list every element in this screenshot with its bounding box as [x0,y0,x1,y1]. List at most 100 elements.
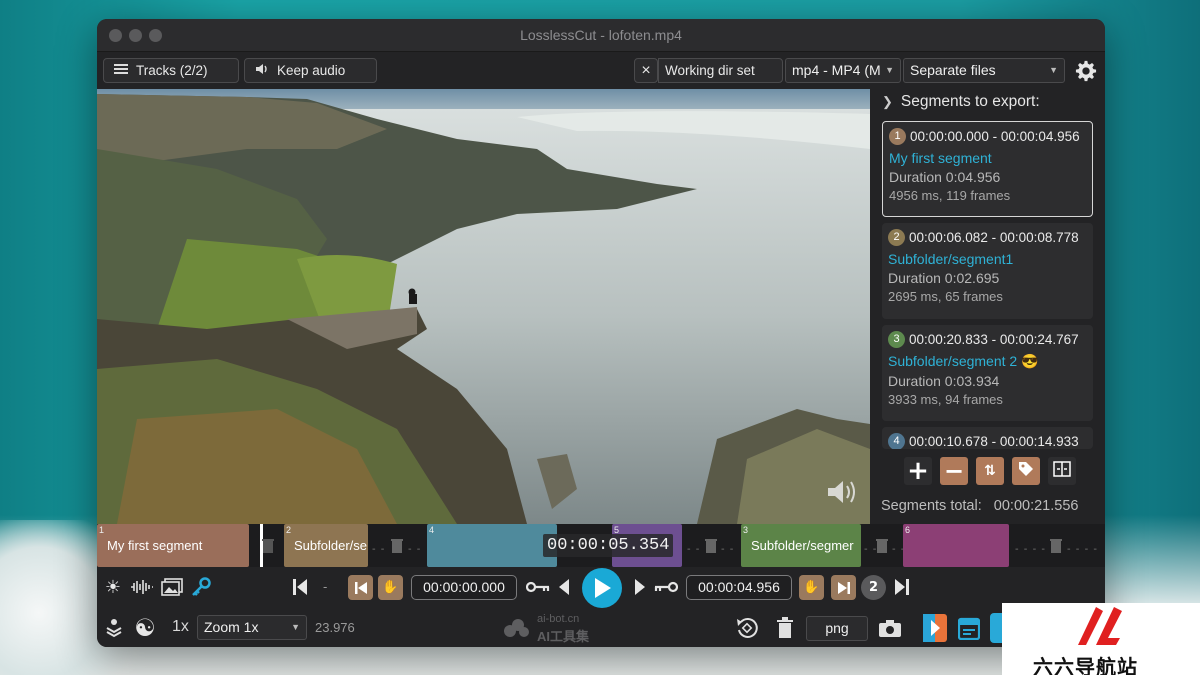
clear-working-dir-button[interactable]: × [634,58,658,83]
set-cut-end-button[interactable]: ✋ [799,575,824,600]
reorder-segments-button[interactable]: ⇅ [976,457,1004,485]
gap-marker: - - - - [1015,544,1046,555]
segments-header[interactable]: ❯ Segments to export: [882,93,1040,111]
segments-total: Segments total: 00:00:21.556 [881,498,1078,514]
segment-card-1[interactable]: 1 00:00:00.000 - 00:00:04.956 My first s… [882,121,1093,217]
previous-frame-icon[interactable] [557,578,571,596]
timeline-segment-index: 3 [743,525,749,535]
watermark-line1: ai-bot.cn [537,613,580,625]
segment-name: Subfolder/segment1 [888,251,1014,267]
working-dir-button[interactable]: Working dir set [658,58,783,83]
segment-card-4[interactable]: 4 00:00:10.678 - 00:00:14.933 [882,427,1093,449]
calendar-icon[interactable] [957,615,981,641]
cut-start-time-input[interactable]: 00:00:00.000 [411,575,517,600]
segment-range: 00:00:06.082 - 00:00:08.778 [909,230,1079,245]
bottom-bar: ☯ 1x Zoom 1x ▼ 23.976 ai-bot.cn AI工具集 pn… [97,609,1105,647]
rotate-icon[interactable] [734,615,760,641]
segment-name: My first segment [889,150,992,166]
output-mode-select[interactable]: Separate files ▼ [903,58,1065,83]
camera-icon[interactable] [877,616,903,640]
key-end-icon[interactable] [653,579,679,595]
jump-to-segment-start-button[interactable] [348,575,373,600]
working-dir-label: Working dir set [665,63,755,78]
app-window: LosslessCut - lofoten.mp4 Tracks (2/2) K… [97,19,1105,647]
segment-card-3[interactable]: 3 00:00:20.833 - 00:00:24.767 Subfolder/… [882,325,1093,421]
keep-audio-label: Keep audio [277,63,346,78]
trash-icon[interactable] [1049,536,1063,554]
zoom-select[interactable]: Zoom 1x ▼ [197,615,307,640]
chevron-down-icon: ▼ [291,622,300,632]
label-segment-button[interactable] [1012,457,1040,485]
theme-yin-yang-icon[interactable]: ☯ [132,614,158,642]
cut-end-time-input[interactable]: 00:00:04.956 [686,575,792,600]
timeline-segment-label: My first segment [107,538,203,553]
timeline-segment-6[interactable]: 6 [903,524,1009,567]
gap-marker: - - [372,544,386,555]
timeline-segment-3[interactable]: 3 Subfolder/segmer [741,524,861,567]
settings-gear-icon[interactable] [1074,59,1098,83]
watermark-logo-icon [501,615,531,641]
sort-icon: ⇅ [984,463,996,479]
segment-name: Subfolder/segment 2 😎 [888,353,1039,369]
video-frame-image [97,89,870,524]
video-preview[interactable] [97,89,870,524]
tag-icon [1018,461,1034,482]
segments-total-value: 00:00:21.556 [993,498,1079,514]
segment-duration: Duration 0:04.956 [889,169,1001,185]
zoom-value: Zoom 1x [204,619,259,635]
trash-icon[interactable] [261,536,275,554]
jump-to-segment-end-button[interactable] [831,575,856,600]
top-toolbar: Tracks (2/2) Keep audio × Working dir se… [97,52,1105,89]
jump-to-start-icon[interactable] [292,578,308,596]
key-start-icon[interactable] [525,579,551,595]
timeline-segment-label: Subfolder/se [294,538,367,553]
jump-to-end-icon[interactable] [894,578,910,596]
format-select[interactable]: mp4 - MP4 (M ▼ [785,58,901,83]
segment-frames-info: 2695 ms, 65 frames [888,289,1003,304]
play-button[interactable] [582,568,622,608]
key-icon[interactable] [190,576,212,598]
set-cut-start-button[interactable]: ✋ [378,575,403,600]
trash-icon[interactable] [774,616,796,640]
brightness-icon[interactable]: ☀ [103,577,123,598]
thumbnails-icon[interactable] [160,576,184,598]
export-icon[interactable] [922,613,948,643]
segment-number-text: 2 [868,580,879,595]
trash-icon[interactable] [875,536,889,554]
trash-icon[interactable] [704,536,718,554]
gap-marker: - - [721,544,735,555]
segment-frames-info: 3933 ms, 94 frames [888,392,1003,407]
trash-icon[interactable] [390,536,404,554]
segment-number-button[interactable]: 2 [861,575,886,600]
current-time-display: 00:00:05.354 [543,534,674,557]
next-frame-icon[interactable] [633,578,647,596]
timeline-segment-4[interactable]: 4 [427,524,557,567]
hand-icon: ✋ [803,580,820,595]
waveform-icon[interactable] [129,577,155,597]
capture-format-select[interactable]: png [806,616,868,641]
volume-icon[interactable] [825,477,861,507]
minus-icon: − [943,457,965,485]
gap-marker: - - [408,544,422,555]
playback-rate[interactable]: 1x [172,618,189,636]
close-icon: × [641,62,651,79]
timeline-segment-index: 6 [905,525,911,535]
add-segment-button[interactable]: + [904,457,932,485]
segment-card-2[interactable]: 2 00:00:06.082 - 00:00:08.778 Subfolder/… [882,223,1093,319]
window-title: LosslessCut - lofoten.mp4 [520,27,682,43]
timeline-segment-2[interactable]: 2 Subfolder/se [284,524,368,567]
segment-number-badge: 4 [888,433,905,449]
keep-audio-button[interactable]: Keep audio [244,58,377,83]
tracks-button[interactable]: Tracks (2/2) [103,58,239,83]
segment-number-badge: 2 [888,229,905,246]
segment-number-badge: 3 [888,331,905,348]
timeline[interactable]: 1 My first segment 2 Subfolder/se - - - … [97,524,1105,567]
chevron-down-icon: ▼ [1049,65,1058,75]
split-segment-button[interactable] [1048,457,1076,485]
layout-icon[interactable] [103,617,125,639]
timeline-segment-1[interactable]: 1 My first segment [97,524,249,567]
remove-segment-button[interactable]: − [940,457,968,485]
timeline-segment-index: 1 [99,525,105,535]
play-icon [595,578,611,598]
watermark-line2: AI工具集 [537,629,590,644]
